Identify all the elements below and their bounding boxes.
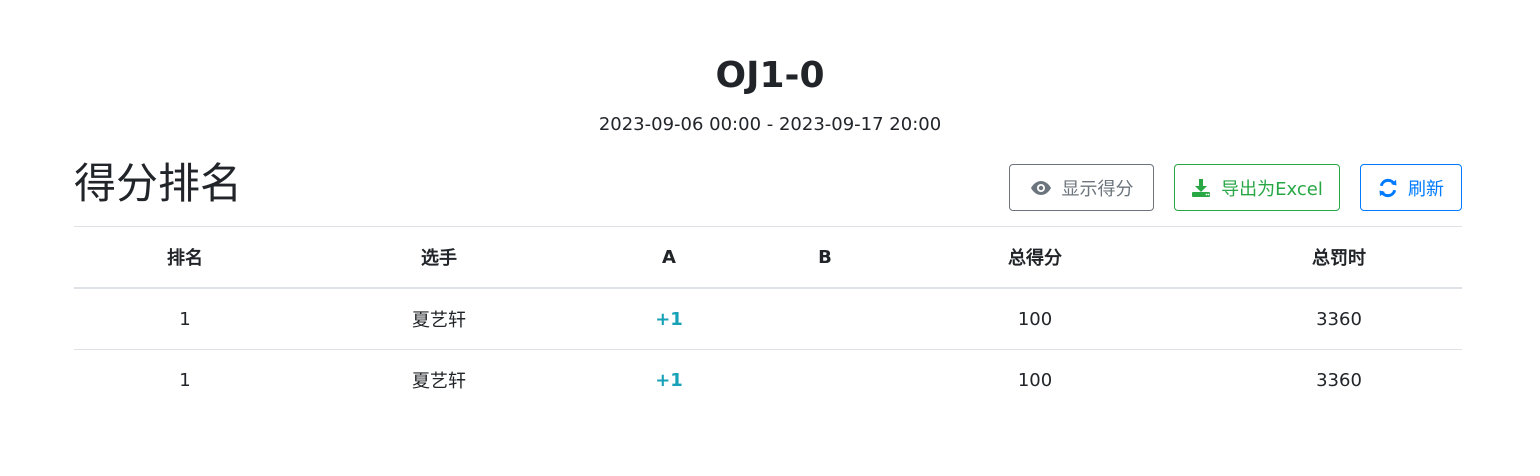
download-icon — [1191, 178, 1211, 198]
column-header-player: 选手 — [421, 248, 457, 269]
problem-a-result: +1 — [655, 308, 683, 330]
problem-a-result: +1 — [655, 369, 683, 391]
player-cell: 夏艺轩 — [412, 310, 466, 331]
table-row: 1 夏艺轩 +1 100 3360 — [74, 350, 1462, 410]
export-excel-label: 导出为Excel — [1221, 178, 1323, 200]
rank-cell: 1 — [179, 308, 191, 330]
contest-title: OJ1-0 — [715, 55, 825, 96]
refresh-button[interactable]: 刷新 — [1360, 164, 1462, 211]
total-penalty-cell: 3360 — [1316, 369, 1362, 391]
column-header-problem-b[interactable]: B — [762, 227, 888, 287]
refresh-icon — [1378, 178, 1398, 198]
column-header-total-score: 总得分 — [1008, 248, 1062, 269]
player-cell: 夏艺轩 — [412, 371, 466, 392]
eye-icon — [1030, 180, 1052, 196]
ranking-heading: 得分排名 — [74, 159, 243, 208]
total-score-cell: 100 — [1017, 369, 1053, 391]
total-penalty-cell: 3360 — [1316, 308, 1362, 330]
show-score-label: 显示得分 — [1061, 178, 1134, 200]
show-score-button[interactable]: 显示得分 — [1009, 164, 1154, 211]
export-excel-button[interactable]: 导出为Excel — [1174, 164, 1340, 211]
column-header-total-penalty: 总罚时 — [1312, 248, 1366, 269]
total-score-cell: 100 — [1017, 308, 1053, 330]
table-header-row: 排名 选手 A B 总得分 总罚时 — [74, 227, 1462, 289]
contest-time-range: 2023-09-06 00:00 - 2023-09-17 20:00 — [598, 114, 942, 135]
table-row: 1 夏艺轩 +1 100 3360 — [74, 289, 1462, 350]
column-header-rank: 排名 — [167, 248, 203, 269]
refresh-label: 刷新 — [1408, 178, 1444, 200]
column-header-problem-a[interactable]: A — [606, 227, 732, 287]
problem-b-result — [762, 289, 888, 349]
rank-cell: 1 — [179, 369, 191, 391]
problem-b-result — [762, 350, 888, 410]
